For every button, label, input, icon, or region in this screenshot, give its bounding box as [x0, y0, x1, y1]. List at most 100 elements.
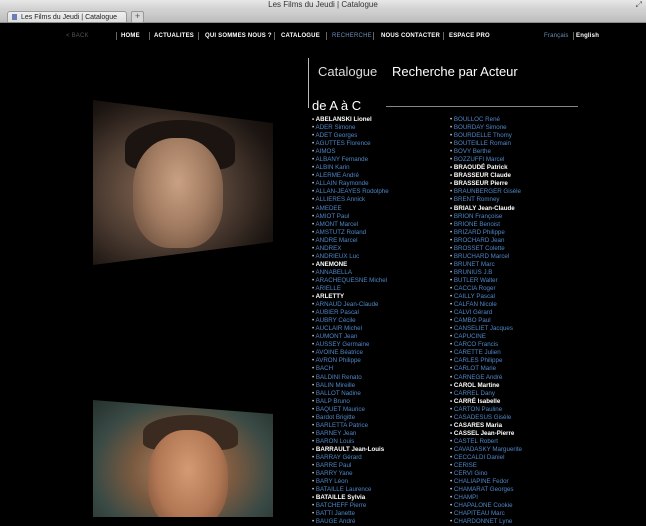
actor-link[interactable]: BARRE Paul	[312, 462, 389, 470]
nav-back[interactable]: < BACK	[66, 30, 89, 42]
actor-link[interactable]: BRIZARD Philippe	[450, 229, 522, 237]
actor-link[interactable]: ARIELLE	[312, 285, 389, 293]
actor-link[interactable]: BARLETTA Patrice	[312, 422, 389, 430]
actor-link[interactable]: BALIN Mireille	[312, 382, 389, 390]
actor-link[interactable]: BRASSEUR Claude	[450, 172, 522, 180]
actor-link[interactable]: CARCO Francis	[450, 341, 522, 349]
actor-link[interactable]: ANEMONE	[312, 261, 389, 269]
actor-link[interactable]: AUBIER Pascal	[312, 309, 389, 317]
actor-link[interactable]: BATCHEFF Pierre	[312, 502, 389, 510]
actor-link[interactable]: BRIONE Benoist	[450, 221, 522, 229]
actor-link[interactable]: BRUNIUS J.B	[450, 269, 522, 277]
actor-link[interactable]: AMIOT Paul	[312, 213, 389, 221]
actor-link[interactable]: BOURDAY Simone	[450, 124, 522, 132]
actor-link[interactable]: BARRAULT Jean-Louis	[312, 446, 389, 454]
actor-link[interactable]: ALLIERES Annick	[312, 196, 389, 204]
actor-link[interactable]: CARNEGE André	[450, 374, 522, 382]
actor-link[interactable]: BRUNET Marc	[450, 261, 522, 269]
actor-link[interactable]: ALERME André	[312, 172, 389, 180]
actor-link[interactable]: CASTEL Robert	[450, 438, 522, 446]
actor-link[interactable]: AVOINE Béatrice	[312, 349, 389, 357]
actor-link[interactable]: AUBRY Cécile	[312, 317, 389, 325]
actor-link[interactable]: CHAPITEAU Marc	[450, 510, 522, 518]
actor-link[interactable]: ARACHEQUESNE Michel	[312, 277, 389, 285]
actor-link[interactable]: CHAPALONE Cookie	[450, 502, 522, 510]
actor-link[interactable]: ALLAIN Raymonde	[312, 180, 389, 188]
browser-tab[interactable]: Les Films du Jeudi | Catalogue	[7, 11, 127, 22]
actor-link[interactable]: BATTI Janette	[312, 510, 389, 518]
actor-link[interactable]: BOURDELLE Thomy	[450, 132, 522, 140]
actor-link[interactable]: BRASSEUR Pierre	[450, 180, 522, 188]
actor-link[interactable]: CARTON Pauline	[450, 406, 522, 414]
actor-link[interactable]: BRIALY Jean-Claude	[450, 205, 522, 213]
actor-link[interactable]: BATAILLE Laurence	[312, 486, 389, 494]
actor-link[interactable]: CHALIAPINE Fedor	[450, 478, 522, 486]
actor-link[interactable]: CARETTE Julien	[450, 349, 522, 357]
actor-link[interactable]: BRION Françoise	[450, 213, 522, 221]
actor-link[interactable]: BROCHARD Jean	[450, 237, 522, 245]
actor-link[interactable]: BALDINI Renato	[312, 374, 389, 382]
actor-link[interactable]: CHAMPI	[450, 494, 522, 502]
fullscreen-icon[interactable]: ⤢	[636, 0, 642, 10]
actor-link[interactable]: CARLES Philippe	[450, 357, 522, 365]
actor-link[interactable]: AIMOS	[312, 148, 389, 156]
actor-link[interactable]: BRAOUDÉ Patrick	[450, 164, 522, 172]
actor-link[interactable]: AMONT Marcel	[312, 221, 389, 229]
actor-link[interactable]: CHAMARAT Georges	[450, 486, 522, 494]
actor-link[interactable]: BALLOT Nadine	[312, 390, 389, 398]
actor-link[interactable]: CALVI Gérard	[450, 309, 522, 317]
actor-link[interactable]: ARLETTY	[312, 293, 389, 301]
actor-link[interactable]: AVRON Philippe	[312, 357, 389, 365]
actor-link[interactable]: BARY Léon	[312, 478, 389, 486]
actor-link[interactable]: BAUGE André	[312, 518, 389, 526]
nav-item-actualites[interactable]: ACTUALITES	[154, 30, 194, 42]
actor-link[interactable]: ALBANY Fernande	[312, 156, 389, 164]
lang-english[interactable]: English	[576, 30, 599, 42]
actor-link[interactable]: ADET Georges	[312, 132, 389, 140]
actor-link[interactable]: CAILLY Pascal	[450, 293, 522, 301]
lang-french[interactable]: Français	[544, 30, 569, 42]
actor-link[interactable]: BARRY Yane	[312, 470, 389, 478]
actor-link[interactable]: CAVADASKY Marguerite	[450, 446, 522, 454]
actor-link[interactable]: BRAUNBERGER Gisèle	[450, 188, 522, 196]
actor-link[interactable]: BATAILLE Sylvia	[312, 494, 389, 502]
actor-link[interactable]: ANNABELLA	[312, 269, 389, 277]
actor-link[interactable]: CERVI Gino	[450, 470, 522, 478]
actor-link[interactable]: CHARDONNET Lyne	[450, 518, 522, 526]
actor-link[interactable]: CARRÉ Isabelle	[450, 398, 522, 406]
actor-link[interactable]: AUMONT Jean	[312, 333, 389, 341]
actor-link[interactable]: CASARES Maria	[450, 422, 522, 430]
actor-link[interactable]: BALP Bruno	[312, 398, 389, 406]
actor-link[interactable]: CARREL Dany	[450, 390, 522, 398]
actor-link[interactable]: CANSELIET Jacques	[450, 325, 522, 333]
actor-link[interactable]: BOUTEILLE Romain	[450, 140, 522, 148]
actor-link[interactable]: AMSTUTZ Roland	[312, 229, 389, 237]
actor-link[interactable]: CASADESUS Gisèle	[450, 414, 522, 422]
nav-item-catalogue[interactable]: CATALOGUE	[281, 30, 320, 42]
actor-link[interactable]: BOVY Berthe	[450, 148, 522, 156]
actor-link[interactable]: ANDRE Marcel	[312, 237, 389, 245]
actor-link[interactable]: CERISE	[450, 462, 522, 470]
actor-link[interactable]: AGUTTES Florence	[312, 140, 389, 148]
actor-link[interactable]: BROSSET Colette	[450, 245, 522, 253]
actor-link[interactable]: BUTLER Walter	[450, 277, 522, 285]
actor-link[interactable]: BAQUET Maurice	[312, 406, 389, 414]
actor-link[interactable]: Bardot Brigitte	[312, 414, 389, 422]
actor-link[interactable]: CASSEL Jean-Pierre	[450, 430, 522, 438]
actor-link[interactable]: CECCALDI Daniel	[450, 454, 522, 462]
actor-link[interactable]: BRUCHARD Marcel	[450, 253, 522, 261]
actor-link[interactable]: BRENT Romney	[450, 196, 522, 204]
actor-link[interactable]: AUCLAIR Michel	[312, 325, 389, 333]
actor-link[interactable]: BARON Louis	[312, 438, 389, 446]
actor-link[interactable]: AUSSEY Germaine	[312, 341, 389, 349]
actor-link[interactable]: CARLOT Marie	[450, 365, 522, 373]
nav-item-recherche[interactable]: RECHERCHE	[332, 30, 372, 42]
actor-link[interactable]: ADER Simone	[312, 124, 389, 132]
actor-link[interactable]: CAPUCINE	[450, 333, 522, 341]
actor-link[interactable]: BACH	[312, 365, 389, 373]
actor-link[interactable]: BOULLOC René	[450, 116, 522, 124]
nav-item-espace-pro[interactable]: ESPACE PRO	[449, 30, 490, 42]
actor-link[interactable]: CAMBO Paul	[450, 317, 522, 325]
new-tab-button[interactable]: +	[131, 11, 144, 23]
actor-link[interactable]: AMEDEE	[312, 205, 389, 213]
